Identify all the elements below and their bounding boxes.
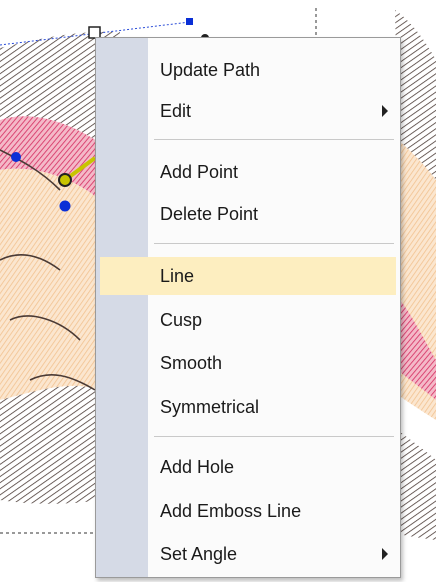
menu-item-label: Add Emboss Line <box>160 501 302 521</box>
menu-item-label: Smooth <box>160 353 223 373</box>
node-point-selected[interactable] <box>58 173 72 187</box>
submenu-arrow-icon <box>382 548 388 560</box>
menu-item-label: Cusp <box>160 310 203 330</box>
menu-item-label: Line <box>160 266 195 286</box>
menu-item-add-point[interactable]: Add Point <box>100 156 396 188</box>
menu-item-update-path[interactable]: Update Path <box>100 54 396 86</box>
menu-item-label: Edit <box>160 101 192 121</box>
node-point[interactable] <box>59 200 71 212</box>
menu-item-label: Add Hole <box>160 457 235 477</box>
menu-item-add-hole[interactable]: Add Hole <box>100 451 396 483</box>
menu-item-label: Set Angle <box>160 544 238 564</box>
menu-item-smooth[interactable]: Smooth <box>100 347 396 379</box>
context-menu: Update Path Edit Add Point Delete Point … <box>95 37 401 578</box>
menu-item-line[interactable]: Line <box>100 257 396 295</box>
stitch-region-brown-lower-left <box>0 385 100 504</box>
menu-separator <box>154 436 394 437</box>
menu-item-edit[interactable]: Edit <box>100 95 396 127</box>
menu-item-label: Update Path <box>160 60 261 80</box>
menu-item-label: Add Point <box>160 162 239 182</box>
menu-item-label: Delete Point <box>160 204 259 224</box>
stitch-region-brown-lower-right <box>398 430 436 540</box>
selection-handle[interactable] <box>186 18 193 25</box>
menu-separator <box>154 243 394 244</box>
menu-item-add-emboss-line[interactable]: Add Emboss Line <box>100 495 396 527</box>
menu-item-delete-point[interactable]: Delete Point <box>100 198 396 230</box>
menu-separator <box>154 139 394 140</box>
menu-item-symmetrical[interactable]: Symmetrical <box>100 391 396 423</box>
menu-item-label: Symmetrical <box>160 397 260 417</box>
menu-item-cusp[interactable]: Cusp <box>100 304 396 336</box>
submenu-arrow-icon <box>382 105 388 117</box>
menu-item-set-angle[interactable]: Set Angle <box>100 538 396 570</box>
node-point[interactable] <box>11 152 21 162</box>
